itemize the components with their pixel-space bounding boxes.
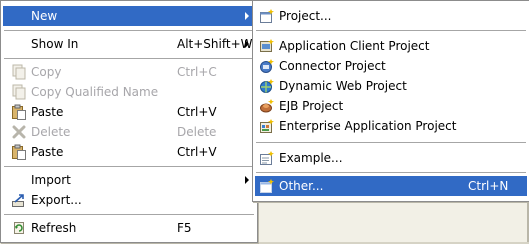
submenu-item-enterprise-application-project[interactable]: Enterprise Application Project [255, 116, 527, 136]
example-icon [260, 151, 274, 165]
submenu-item-label: Connector Project [279, 59, 386, 73]
menu-separator [4, 214, 254, 216]
menu-item-refresh[interactable]: Refresh F5 [3, 218, 255, 238]
menu-separator [4, 58, 254, 60]
menu-item-copy[interactable]: Copy Ctrl+C [3, 62, 255, 82]
submenu-item-ejb-project[interactable]: EJB Project [255, 96, 527, 116]
submenu-item-example[interactable]: Example... [255, 148, 527, 168]
menu-item-label: Copy [31, 65, 62, 79]
menu-separator [256, 142, 526, 144]
submenu-item-label: EJB Project [279, 99, 344, 113]
submenu-item-dynamic-web-project[interactable]: Dynamic Web Project [255, 76, 527, 96]
submenu-item-shortcut: Ctrl+N [468, 179, 509, 193]
submenu-item-label: Other... [279, 179, 324, 193]
submenu-item-project[interactable]: Project... [255, 6, 527, 26]
submenu-item-label: Dynamic Web Project [279, 79, 407, 93]
paste-icon [12, 144, 26, 160]
menu-item-shortcut: Ctrl+C [177, 65, 217, 79]
menu-item-shortcut: Alt+Shift+W [177, 37, 253, 51]
submenu-item-label: Application Client Project [279, 39, 430, 53]
menu-item-new[interactable]: New [3, 6, 255, 26]
submenu-item-connector-project[interactable]: Connector Project [255, 56, 527, 76]
connector-project-icon [260, 59, 274, 73]
menu-item-label: Copy Qualified Name [31, 85, 159, 99]
menu-item-delete[interactable]: Delete Delete [3, 122, 255, 142]
submenu-arrow-icon [245, 12, 249, 20]
copy-icon [12, 64, 26, 80]
menu-item-show-in[interactable]: Show In Alt+Shift+W [3, 34, 255, 54]
new-submenu: Project... Application Client Project Co… [252, 0, 529, 202]
submenu-item-label: Enterprise Application Project [279, 119, 457, 133]
web-project-icon [260, 79, 274, 93]
menu-item-label: Paste [31, 145, 64, 159]
submenu-arrow-icon [245, 40, 249, 48]
submenu-arrow-icon [245, 176, 249, 184]
menu-item-label: Show In [31, 37, 79, 51]
delete-icon [12, 125, 26, 139]
menu-item-shortcut: Delete [177, 125, 217, 139]
refresh-icon [14, 222, 24, 234]
menu-item-label: Delete [31, 125, 71, 139]
other-wizard-icon [260, 179, 274, 193]
menu-item-shortcut: Ctrl+V [177, 105, 217, 119]
menu-separator [4, 166, 254, 168]
menu-item-label: Paste [31, 105, 64, 119]
menu-separator [4, 30, 254, 32]
paste-icon [12, 104, 26, 120]
menu-item-label: Refresh [31, 221, 77, 235]
menu-item-shortcut: F5 [177, 221, 192, 235]
menu-item-label: Import [31, 173, 71, 187]
submenu-item-label: Project... [279, 9, 332, 23]
app-client-project-icon [260, 39, 274, 52]
menu-item-shortcut: Ctrl+V [177, 145, 217, 159]
menu-item-paste-2[interactable]: Paste Ctrl+V [3, 142, 255, 162]
menu-separator [256, 30, 526, 32]
enterprise-app-project-icon [260, 119, 274, 133]
submenu-item-other[interactable]: Other... Ctrl+N [255, 176, 527, 196]
copy-icon [12, 84, 26, 100]
menu-item-label: New [31, 9, 58, 23]
submenu-item-application-client-project[interactable]: Application Client Project [255, 36, 527, 56]
menu-item-export[interactable]: Export... [3, 190, 255, 210]
menu-item-import[interactable]: Import [3, 170, 255, 190]
context-menu: New Show In Alt+Shift+W Copy Ctrl+C Copy… [0, 0, 258, 243]
submenu-item-label: Example... [279, 151, 343, 165]
menu-item-paste[interactable]: Paste Ctrl+V [3, 102, 255, 122]
menu-separator [256, 172, 526, 174]
menu-item-label: Export... [31, 193, 82, 207]
new-project-icon [260, 9, 274, 23]
export-icon [12, 194, 24, 207]
ejb-project-icon [260, 99, 274, 113]
menu-item-copy-qualified-name[interactable]: Copy Qualified Name [3, 82, 255, 102]
